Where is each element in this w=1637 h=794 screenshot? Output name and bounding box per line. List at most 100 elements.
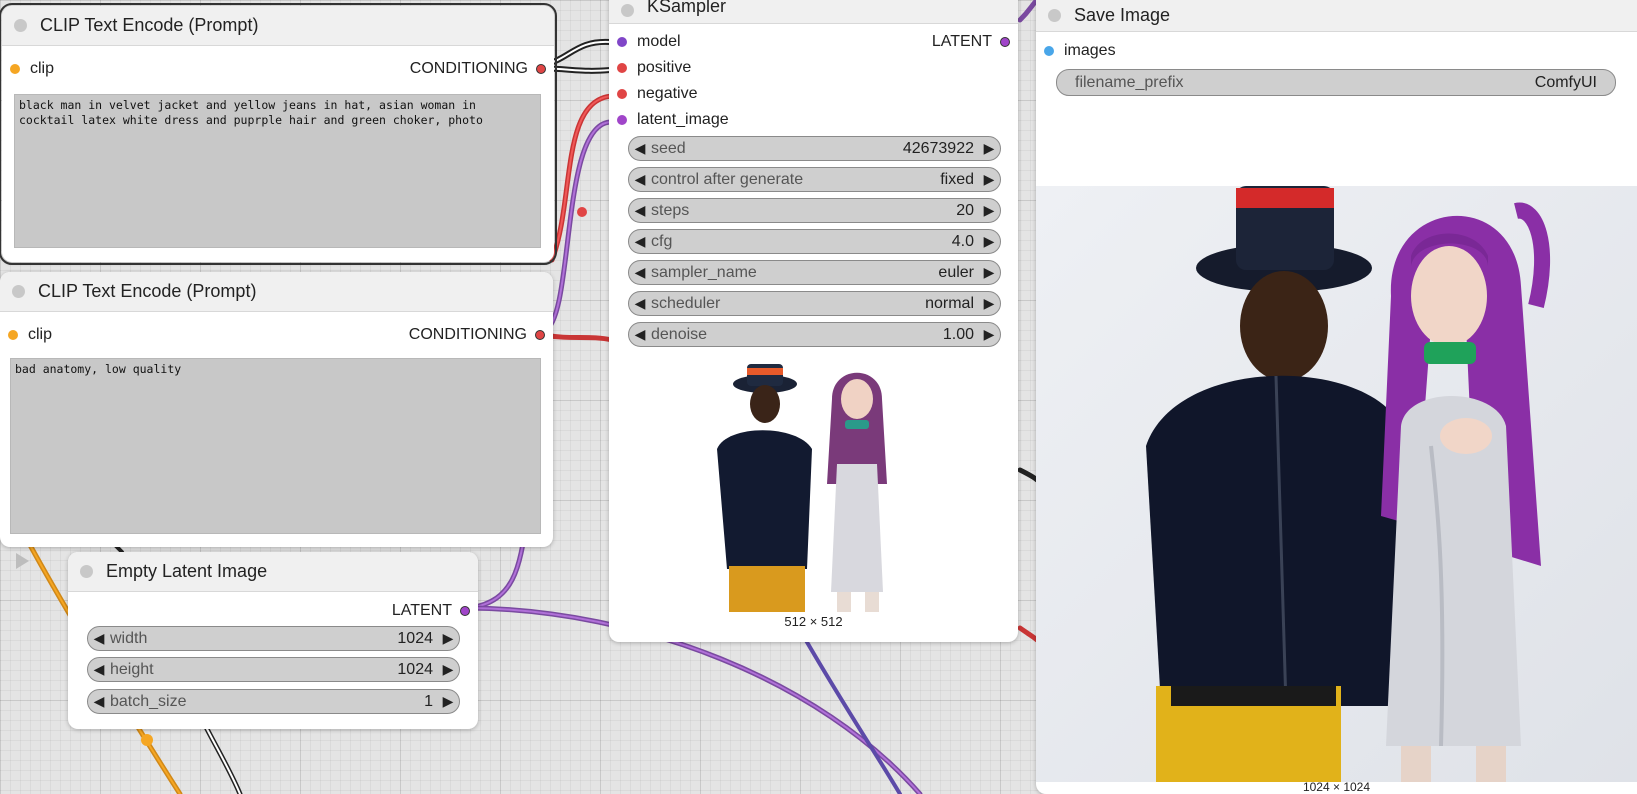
widget-label: filename_prefix bbox=[1075, 73, 1184, 91]
increment-arrow-icon[interactable]: ▶ bbox=[978, 171, 1000, 188]
steps-widget[interactable]: ◀ steps 20 ▶ bbox=[628, 198, 1001, 223]
increment-arrow-icon[interactable]: ▶ bbox=[437, 693, 459, 710]
slot-label: clip bbox=[30, 60, 55, 77]
widget-value: 1.00 bbox=[942, 325, 974, 343]
prompt-textarea[interactable]: black man in velvet jacket and yellow je… bbox=[14, 94, 541, 248]
slot-label: LATENT bbox=[931, 33, 992, 50]
positive-input-slot[interactable]: positive bbox=[617, 55, 691, 81]
seed-widget[interactable]: ◀ seed 42673922 ▶ bbox=[628, 136, 1001, 161]
latent-output-slot[interactable]: LATENT bbox=[392, 598, 470, 624]
slot-label: positive bbox=[637, 59, 692, 76]
slot-label: CONDITIONING bbox=[409, 60, 528, 77]
slot-label: latent_image bbox=[637, 111, 729, 128]
width-widget[interactable]: ◀ width 1024 ▶ bbox=[87, 626, 460, 651]
decrement-arrow-icon[interactable]: ◀ bbox=[629, 326, 651, 343]
decrement-arrow-icon[interactable]: ◀ bbox=[629, 171, 651, 188]
clip-input-slot[interactable]: clip bbox=[10, 56, 54, 82]
conditioning-slot-dot-icon[interactable] bbox=[536, 64, 546, 74]
conditioning-slot-dot-icon[interactable] bbox=[535, 330, 545, 340]
save-image-node[interactable]: Save Image images filename_prefix ComfyU… bbox=[1036, 0, 1637, 794]
latent-image-input-slot[interactable]: latent_image bbox=[617, 107, 729, 133]
widget-label: seed bbox=[651, 139, 686, 157]
batch-size-widget[interactable]: ◀ batch_size 1 ▶ bbox=[87, 689, 460, 714]
increment-arrow-icon[interactable]: ▶ bbox=[437, 661, 459, 678]
widget-value: fixed bbox=[940, 170, 974, 188]
latent-slot-dot-icon[interactable] bbox=[1000, 37, 1010, 47]
clip-text-encode-positive-node[interactable]: CLIP Text Encode (Prompt) clip CONDITION… bbox=[0, 3, 557, 265]
node-title: Empty Latent Image bbox=[106, 561, 268, 581]
images-input-slot[interactable]: images bbox=[1044, 38, 1116, 64]
collapse-dot-icon[interactable] bbox=[14, 19, 27, 32]
slot-label: model bbox=[637, 33, 681, 50]
increment-arrow-icon[interactable]: ▶ bbox=[978, 295, 1000, 312]
filename-prefix-widget[interactable]: filename_prefix ComfyUI bbox=[1056, 69, 1616, 96]
image-slot-dot-icon[interactable] bbox=[1044, 46, 1054, 56]
latent-output-slot[interactable]: LATENT bbox=[932, 29, 1010, 55]
clip-input-slot[interactable]: clip bbox=[8, 322, 52, 348]
widget-label: steps bbox=[651, 201, 690, 219]
model-slot-dot-icon[interactable] bbox=[617, 37, 627, 47]
ksampler-node[interactable]: KSampler model LATENT positive negative … bbox=[609, 0, 1018, 642]
increment-arrow-icon[interactable]: ▶ bbox=[978, 326, 1000, 343]
increment-arrow-icon[interactable]: ▶ bbox=[978, 264, 1000, 281]
decrement-arrow-icon[interactable]: ◀ bbox=[629, 264, 651, 281]
clip-slot-dot-icon[interactable] bbox=[8, 330, 18, 340]
widget-value: euler bbox=[938, 263, 974, 281]
denoise-widget[interactable]: ◀ denoise 1.00 ▶ bbox=[628, 322, 1001, 347]
widget-label: height bbox=[110, 660, 154, 678]
decrement-arrow-icon[interactable]: ◀ bbox=[629, 202, 651, 219]
clip-text-encode-negative-node[interactable]: CLIP Text Encode (Prompt) clip CONDITION… bbox=[0, 272, 553, 547]
decrement-arrow-icon[interactable]: ◀ bbox=[88, 661, 110, 678]
node-header[interactable]: Save Image bbox=[1036, 0, 1637, 32]
increment-arrow-icon[interactable]: ▶ bbox=[978, 140, 1000, 157]
node-header[interactable]: Empty Latent Image bbox=[68, 552, 478, 592]
widget-label: width bbox=[110, 629, 148, 647]
node-header[interactable]: CLIP Text Encode (Prompt) bbox=[0, 272, 553, 312]
slot-label: images bbox=[1064, 42, 1116, 59]
preview-caption: 512 × 512 bbox=[784, 614, 843, 629]
widget-label: control after generate bbox=[651, 170, 804, 188]
widget-value: 1024 bbox=[397, 629, 433, 647]
conditioning-output-slot[interactable]: CONDITIONING bbox=[409, 322, 545, 348]
latent-preview-image bbox=[687, 354, 942, 612]
latent-slot-dot-icon[interactable] bbox=[460, 606, 470, 616]
decrement-arrow-icon[interactable]: ◀ bbox=[88, 630, 110, 647]
decrement-arrow-icon[interactable]: ◀ bbox=[629, 233, 651, 250]
slot-label: clip bbox=[28, 326, 53, 343]
collapse-dot-icon[interactable] bbox=[80, 565, 93, 578]
empty-latent-image-node[interactable]: Empty Latent Image LATENT ◀ width 1024 ▶… bbox=[68, 552, 478, 729]
conditioning-output-slot[interactable]: CONDITIONING bbox=[410, 56, 546, 82]
image-caption: 1024 × 1024 bbox=[1302, 780, 1371, 794]
decrement-arrow-icon[interactable]: ◀ bbox=[629, 295, 651, 312]
widget-value: 42673922 bbox=[902, 139, 974, 157]
model-input-slot[interactable]: model bbox=[617, 29, 681, 55]
collapse-dot-icon[interactable] bbox=[621, 4, 634, 17]
clip-slot-dot-icon[interactable] bbox=[10, 64, 20, 74]
cfg-widget[interactable]: ◀ cfg 4.0 ▶ bbox=[628, 229, 1001, 254]
increment-arrow-icon[interactable]: ▶ bbox=[978, 202, 1000, 219]
height-widget[interactable]: ◀ height 1024 ▶ bbox=[87, 657, 460, 682]
group-collapse-icon bbox=[16, 553, 29, 569]
increment-arrow-icon[interactable]: ▶ bbox=[437, 630, 459, 647]
widget-value: 1 bbox=[424, 692, 433, 710]
latent-slot-dot-icon[interactable] bbox=[617, 115, 627, 125]
collapse-dot-icon[interactable] bbox=[1048, 9, 1061, 22]
widget-value[interactable]: ComfyUI bbox=[1535, 74, 1597, 92]
prompt-textarea[interactable]: bad anatomy, low quality bbox=[10, 358, 541, 534]
conditioning-slot-dot-icon[interactable] bbox=[617, 89, 627, 99]
widget-label: sampler_name bbox=[651, 263, 757, 281]
collapse-dot-icon[interactable] bbox=[12, 285, 25, 298]
decrement-arrow-icon[interactable]: ◀ bbox=[88, 693, 110, 710]
node-title: CLIP Text Encode (Prompt) bbox=[38, 281, 257, 301]
increment-arrow-icon[interactable]: ▶ bbox=[978, 233, 1000, 250]
widget-label: denoise bbox=[651, 325, 708, 343]
decrement-arrow-icon[interactable]: ◀ bbox=[629, 140, 651, 157]
scheduler-widget[interactable]: ◀ scheduler normal ▶ bbox=[628, 291, 1001, 316]
conditioning-slot-dot-icon[interactable] bbox=[617, 63, 627, 73]
sampler-name-widget[interactable]: ◀ sampler_name euler ▶ bbox=[628, 260, 1001, 285]
node-header[interactable]: CLIP Text Encode (Prompt) bbox=[2, 6, 554, 46]
node-header[interactable]: KSampler bbox=[609, 0, 1018, 24]
slot-label: LATENT bbox=[391, 602, 452, 619]
negative-input-slot[interactable]: negative bbox=[617, 81, 698, 107]
control-after-generate-widget[interactable]: ◀ control after generate fixed ▶ bbox=[628, 167, 1001, 192]
